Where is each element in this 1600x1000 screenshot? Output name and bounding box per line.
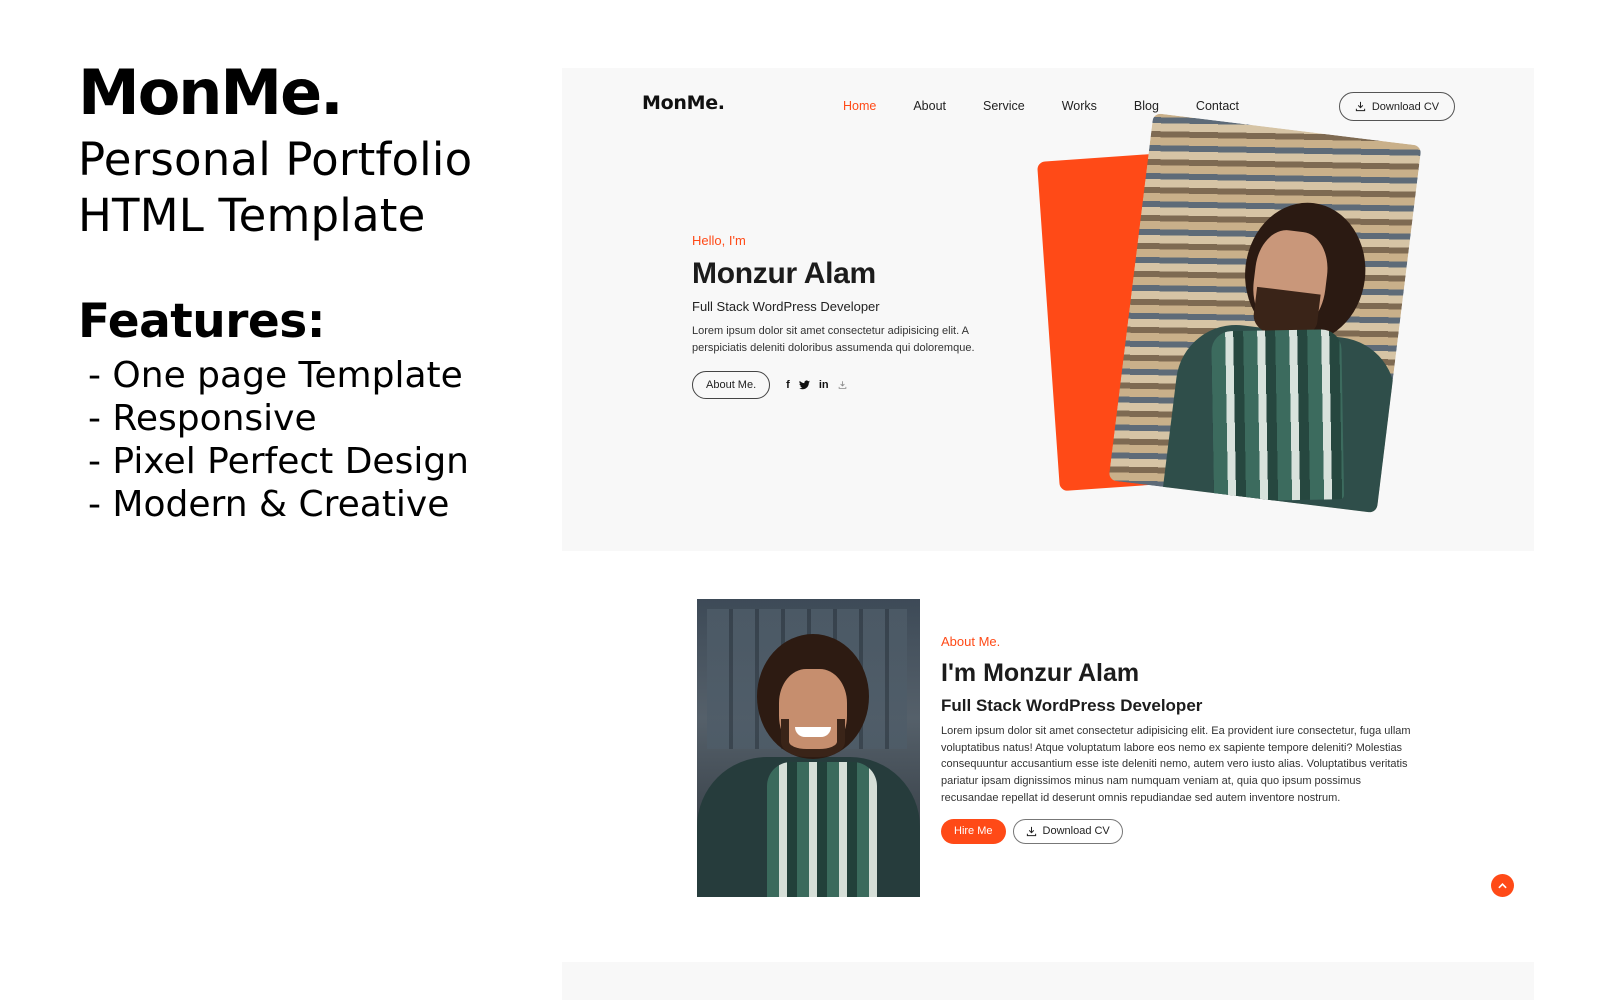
linkedin-icon[interactable]: in bbox=[819, 379, 829, 391]
about-eyebrow: About Me. bbox=[941, 634, 1001, 649]
about-section: About Me. I'm Monzur Alam Full Stack Wor… bbox=[941, 634, 1411, 844]
promo-title-line-1: Personal Portfolio bbox=[78, 133, 473, 186]
feature-item: - Modern & Creative bbox=[88, 484, 450, 525]
nav-item-works[interactable]: Works bbox=[1062, 99, 1097, 113]
hero-greeting: Hello, I'm bbox=[692, 233, 746, 248]
about-role: Full Stack WordPress Developer bbox=[941, 696, 1203, 715]
feature-item: - Responsive bbox=[88, 398, 317, 439]
nav-item-home[interactable]: Home bbox=[843, 99, 876, 113]
nav-item-blog[interactable]: Blog bbox=[1134, 99, 1159, 113]
hero-intro: Hello, I'm Monzur Alam Full Stack WordPr… bbox=[692, 233, 1012, 399]
feature-item: - Pixel Perfect Design bbox=[88, 441, 469, 482]
about-name: I'm Monzur Alam bbox=[941, 659, 1140, 687]
scroll-to-top-button[interactable] bbox=[1491, 874, 1514, 897]
chevron-up-icon bbox=[1498, 882, 1507, 889]
about-actions: Hire Me Download CV bbox=[941, 818, 1411, 844]
twitter-icon[interactable] bbox=[798, 380, 810, 390]
about-portrait-image bbox=[697, 599, 920, 897]
download-icon bbox=[1355, 101, 1366, 112]
nav-download-cv-label: Download CV bbox=[1371, 100, 1440, 113]
hero-section: MonMe. Home About Service Works Blog Con… bbox=[562, 68, 1534, 551]
nav-download-cv-button[interactable]: Download CV bbox=[1339, 92, 1455, 121]
nav-logo[interactable]: MonMe. bbox=[642, 92, 725, 114]
feature-item: - One page Template bbox=[88, 355, 463, 396]
about-download-cv-label: Download CV bbox=[1042, 825, 1110, 838]
navbar: MonMe. Home About Service Works Blog Con… bbox=[562, 68, 1534, 138]
nav-item-contact[interactable]: Contact bbox=[1196, 99, 1239, 113]
hero-description: Lorem ipsum dolor sit amet consectetur a… bbox=[692, 325, 975, 354]
promo-title: Personal Portfolio HTML Template bbox=[78, 132, 538, 244]
about-me-button[interactable]: About Me. bbox=[692, 371, 771, 399]
nav-menu: Home About Service Works Blog Contact bbox=[843, 99, 1276, 113]
promo-title-line-2: HTML Template bbox=[78, 189, 426, 242]
about-description: Lorem ipsum dolor sit amet consectetur a… bbox=[941, 725, 1411, 804]
next-section-preview bbox=[562, 962, 1534, 1000]
features-heading: Features: bbox=[78, 294, 326, 349]
promo-panel: MonMe. Personal Portfolio HTML Template … bbox=[78, 58, 538, 526]
nav-item-about[interactable]: About bbox=[913, 99, 946, 113]
youtube-icon[interactable] bbox=[838, 380, 847, 390]
nav-item-service[interactable]: Service bbox=[983, 99, 1025, 113]
features-list: - One page Template - Responsive - Pixel… bbox=[78, 354, 538, 526]
hero-portrait-image bbox=[1108, 112, 1422, 514]
social-links: f in bbox=[786, 379, 846, 391]
about-download-cv-button[interactable]: Download CV bbox=[1012, 818, 1123, 844]
download-icon bbox=[1026, 826, 1037, 837]
hero-role: Full Stack WordPress Developer bbox=[692, 299, 880, 314]
hero-name: Monzur Alam bbox=[692, 257, 876, 290]
facebook-icon[interactable]: f bbox=[786, 379, 790, 391]
promo-brand: MonMe. bbox=[78, 56, 344, 129]
hero-actions: About Me. f in bbox=[692, 371, 1012, 399]
hire-me-button[interactable]: Hire Me bbox=[941, 818, 1006, 844]
